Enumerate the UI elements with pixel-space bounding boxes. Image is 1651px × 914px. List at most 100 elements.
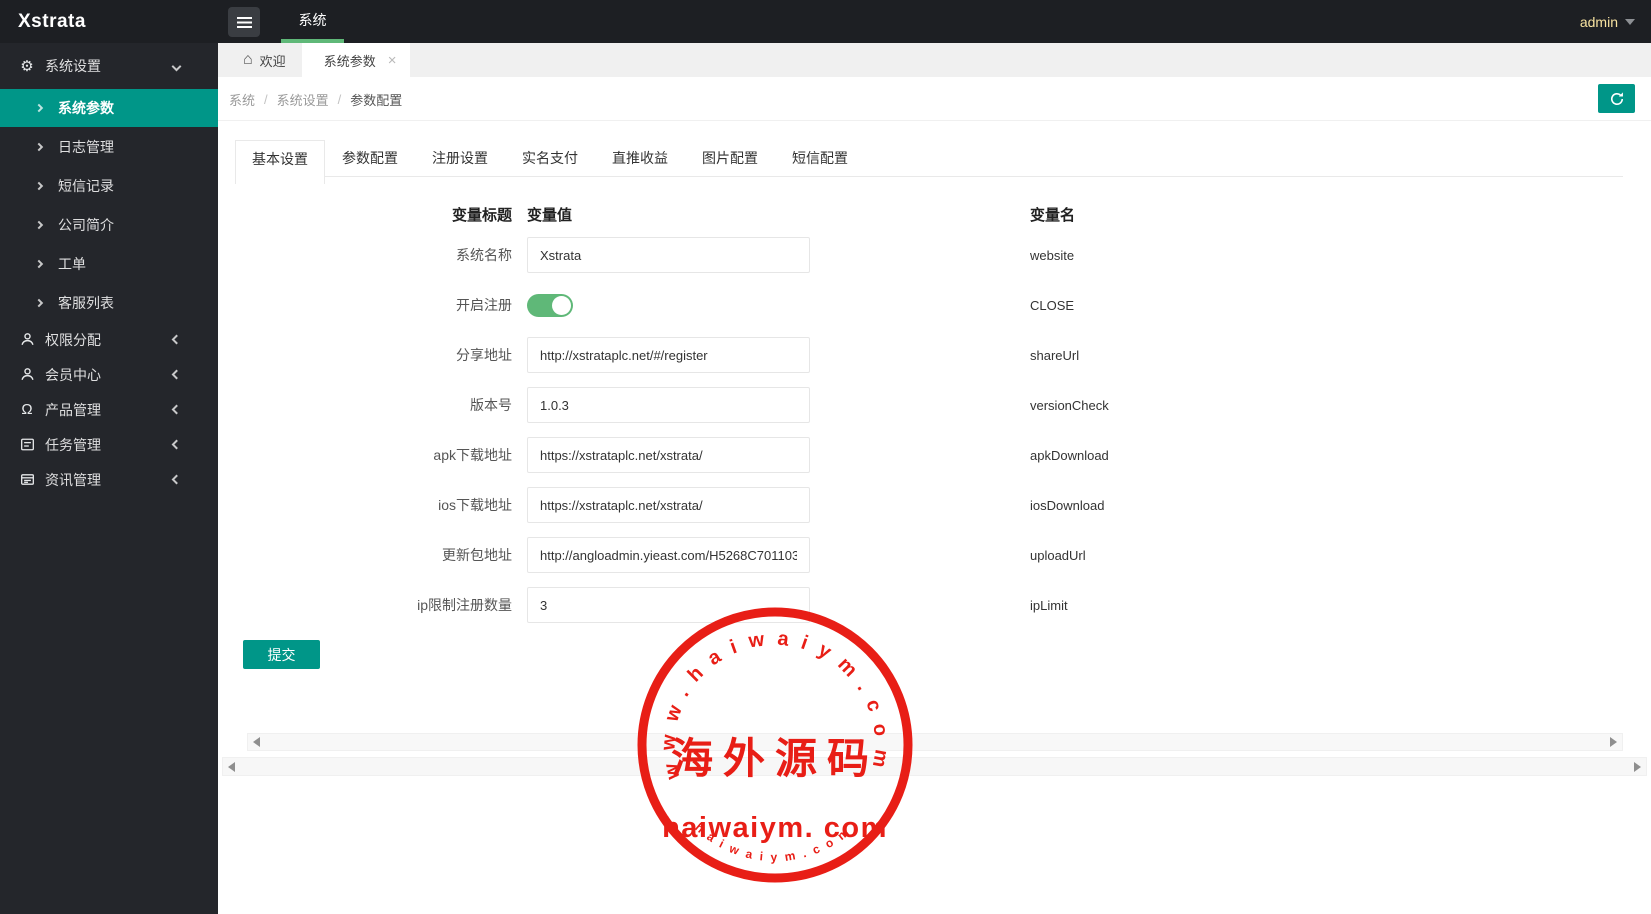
- tab-label: 系统参数: [323, 53, 376, 69]
- tab-basic-settings[interactable]: 基本设置: [235, 140, 325, 184]
- register-toggle[interactable]: [527, 293, 573, 317]
- product-icon: Ω: [21, 401, 33, 418]
- sidebar-item-label: 产品管理: [45, 401, 101, 418]
- toolbar: 系统 / 系统设置 / 参数配置: [218, 77, 1651, 121]
- field-varname: uploadUrl: [1030, 547, 1086, 563]
- sidebar-item-customer-service-list[interactable]: 客服列表: [0, 283, 218, 322]
- inner-horizontal-scrollbar[interactable]: [247, 733, 1623, 751]
- field-label: ip限制注册数量: [417, 597, 512, 613]
- column-header-varname: 变量名: [1030, 207, 1076, 224]
- sidebar-item-work-order[interactable]: 工单: [0, 244, 218, 283]
- share-url-input[interactable]: [527, 337, 810, 373]
- sidebar-item-task-management[interactable]: 任务管理: [0, 427, 218, 462]
- top-header: Xstrata 系统 admin: [0, 0, 1651, 43]
- sidebar-item-member-center[interactable]: 会员中心: [0, 357, 218, 392]
- field-varname: CLOSE: [1030, 297, 1075, 313]
- topnav-item-system[interactable]: 系统: [281, 0, 344, 43]
- refresh-button[interactable]: [1598, 84, 1635, 113]
- user-menu[interactable]: admin: [1580, 0, 1635, 43]
- version-input[interactable]: [527, 387, 810, 423]
- field-label: 分享地址: [456, 347, 512, 363]
- form-column-headers: 变量标题 变量值 变量名: [218, 204, 1618, 225]
- sidebar-item-label: 资讯管理: [45, 471, 101, 488]
- form-row-register-toggle: 开启注册 CLOSE: [218, 280, 1618, 330]
- field-label: 更新包地址: [442, 547, 512, 563]
- sidebar-item-company-profile[interactable]: 公司简介: [0, 205, 218, 244]
- menu-toggle-button[interactable]: [228, 7, 260, 37]
- submit-button[interactable]: 提交: [243, 640, 320, 669]
- field-varname: iosDownload: [1030, 497, 1105, 513]
- breadcrumb-item-system-settings[interactable]: 系统设置: [277, 90, 329, 109]
- sidebar-subitem-label: 短信记录: [58, 177, 114, 194]
- home-icon: ⌂: [243, 51, 253, 68]
- tab-register-settings[interactable]: 注册设置: [415, 140, 505, 176]
- form-row-apk-download: apk下载地址 apkDownload: [218, 430, 1618, 480]
- form-row-version: 版本号 versionCheck: [218, 380, 1618, 430]
- hamburger-icon: [236, 16, 252, 28]
- sidebar-item-label: 系统设置: [45, 58, 101, 74]
- users-icon: [18, 332, 36, 347]
- sidebar-item-label: 权限分配: [45, 331, 101, 348]
- settings-tabs: 基本设置 参数配置 注册设置 实名支付 直推收益 图片配置 短信配置: [235, 140, 1623, 184]
- breadcrumb-item-current: 参数配置: [350, 92, 403, 108]
- breadcrumb: 系统 / 系统设置 / 参数配置: [229, 77, 402, 121]
- chevron-left-icon: [171, 369, 182, 380]
- sidebar-item-system-settings[interactable]: ⚙ 系统设置: [0, 43, 218, 89]
- field-varname: apkDownload: [1030, 447, 1109, 463]
- tab-welcome[interactable]: ⌂ 欢迎: [227, 43, 302, 77]
- sidebar-item-system-params[interactable]: 系统参数: [0, 89, 218, 127]
- scroll-right-arrow-icon[interactable]: [1634, 761, 1641, 772]
- tasks-icon: [18, 437, 36, 452]
- toggle-knob: [552, 295, 571, 315]
- form-row-ios-download: ios下载地址 iosDownload: [218, 480, 1618, 530]
- tab-system-params[interactable]: 系统参数 ×: [301, 43, 411, 77]
- ip-limit-input[interactable]: [527, 587, 810, 623]
- form-row-share-url: 分享地址 shareUrl: [218, 330, 1618, 380]
- field-label: 系统名称: [456, 247, 512, 263]
- gear-icon: ⚙: [20, 58, 34, 75]
- system-name-input[interactable]: [527, 237, 810, 273]
- page-tabs: ⌂ 欢迎 系统参数 ×: [218, 43, 1651, 77]
- tab-param-config[interactable]: 参数配置: [325, 140, 415, 176]
- chevron-left-icon: [171, 474, 182, 485]
- ios-download-input[interactable]: [527, 487, 810, 523]
- form-row-upload-url: 更新包地址 uploadUrl: [218, 530, 1618, 580]
- page-horizontal-scrollbar[interactable]: [222, 757, 1647, 776]
- upload-url-input[interactable]: [527, 537, 810, 573]
- chevron-right-icon: [34, 220, 44, 229]
- field-varname: versionCheck: [1030, 397, 1109, 413]
- scroll-left-arrow-icon[interactable]: [253, 737, 260, 747]
- field-label: ios下载地址: [438, 497, 512, 513]
- form-row-website: 系统名称 website: [218, 230, 1618, 280]
- scroll-right-arrow-icon[interactable]: [1610, 737, 1617, 747]
- field-label: 开启注册: [456, 297, 512, 313]
- chevron-right-icon: [34, 298, 44, 307]
- field-varname: website: [1030, 247, 1075, 263]
- form-rows: 系统名称 website 开启注册 CLOSE 分享地址 shareUrl 版本…: [218, 230, 1618, 630]
- tab-realname-payment[interactable]: 实名支付: [505, 140, 595, 176]
- close-icon[interactable]: ×: [388, 53, 397, 68]
- tab-label: 欢迎: [259, 53, 286, 69]
- scroll-left-arrow-icon[interactable]: [228, 761, 235, 772]
- sidebar-item-product-management[interactable]: Ω 产品管理: [0, 392, 218, 427]
- sidebar-subitem-label: 系统参数: [58, 100, 114, 116]
- field-varname: shareUrl: [1030, 347, 1080, 363]
- app-root: Xstrata 系统 admin ⚙ 系统设置 系统参数 日志管理 短信记录 公…: [0, 0, 1651, 914]
- tab-image-config[interactable]: 图片配置: [685, 140, 775, 176]
- sidebar-item-news-management[interactable]: 资讯管理: [0, 462, 218, 497]
- tab-referral-income[interactable]: 直推收益: [595, 140, 685, 176]
- sidebar: ⚙ 系统设置 系统参数 日志管理 短信记录 公司简介 工单 客服列表 权限分配 …: [0, 43, 218, 914]
- sidebar-item-label: 任务管理: [45, 436, 101, 453]
- chevron-down-icon: [171, 61, 182, 71]
- sidebar-item-label: 会员中心: [45, 366, 101, 383]
- sidebar-item-log-management[interactable]: 日志管理: [0, 127, 218, 166]
- main-content: 基本设置 参数配置 注册设置 实名支付 直推收益 图片配置 短信配置 变量标题 …: [218, 121, 1651, 914]
- chevron-left-icon: [171, 404, 182, 415]
- chevron-right-icon: [34, 259, 44, 268]
- breadcrumb-item-system[interactable]: 系统: [229, 90, 255, 109]
- tab-sms-config[interactable]: 短信配置: [775, 140, 865, 176]
- sidebar-item-permission-assignment[interactable]: 权限分配: [0, 322, 218, 357]
- chevron-left-icon: [171, 439, 182, 450]
- sidebar-item-sms-records[interactable]: 短信记录: [0, 166, 218, 205]
- apk-download-input[interactable]: [527, 437, 810, 473]
